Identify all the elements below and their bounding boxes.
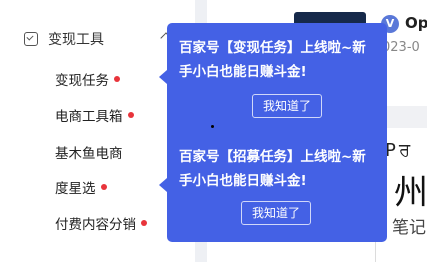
cursor-dot [211,125,214,128]
card-subtext: 笔记 [392,218,426,238]
sidebar: 变现工具 变现任务 电商工具箱 基木鱼电商 度星选 付费内容分销 [0,0,195,262]
acknowledge-button[interactable]: 我知道了 [252,94,323,118]
sidebar-item-label: 度星选 [55,181,96,197]
sidebar-item-label: 电商工具箱 [55,109,123,125]
new-badge-dot [141,220,147,226]
source-name[interactable]: Op [405,14,427,32]
sidebar-item-label: 基木鱼电商 [55,146,123,162]
sidebar-item-label: 变现任务 [55,73,109,89]
acknowledge-button[interactable]: 我知道了 [241,201,312,225]
card-headline: 州 [394,173,427,213]
new-badge-dot [114,76,120,82]
checkbox-icon [24,32,38,46]
sidebar-item-ecommerce-toolbox[interactable]: 电商工具箱 [55,105,134,125]
tooltip-arrow [159,178,167,192]
new-badge-dot [127,112,134,118]
sidebar-item-monetization-tasks[interactable]: 变现任务 [55,69,120,89]
sidebar-item-paid-content-distribution[interactable]: 付费内容分销 [55,213,147,233]
sidebar-item-duxingxuan[interactable]: 度星选 [55,177,107,197]
section-header-monetization-tools[interactable]: 变现工具 [24,28,174,50]
sidebar-item-jimuyu-ecommerce[interactable]: 基木鱼电商 [55,142,123,162]
tooltip-message: 百家号【变现任务】上线啦~新手小白也能日赚斗金! [179,40,366,80]
tooltip-message: 百家号【招募任务】上线啦~新手小白也能日赚斗金! [179,149,366,189]
card-text-fragment: ਰ [399,140,411,161]
tooltip-arrow [159,70,167,84]
guide-tooltip: 百家号【变现任务】上线啦~新手小白也能日赚斗金! 我知道了 百家号【招募任务】上… [159,23,387,242]
new-badge-dot [100,184,107,190]
publish-date: 023-0 [382,40,420,55]
section-title: 变现工具 [48,32,104,48]
sidebar-item-label: 付费内容分销 [55,217,136,233]
